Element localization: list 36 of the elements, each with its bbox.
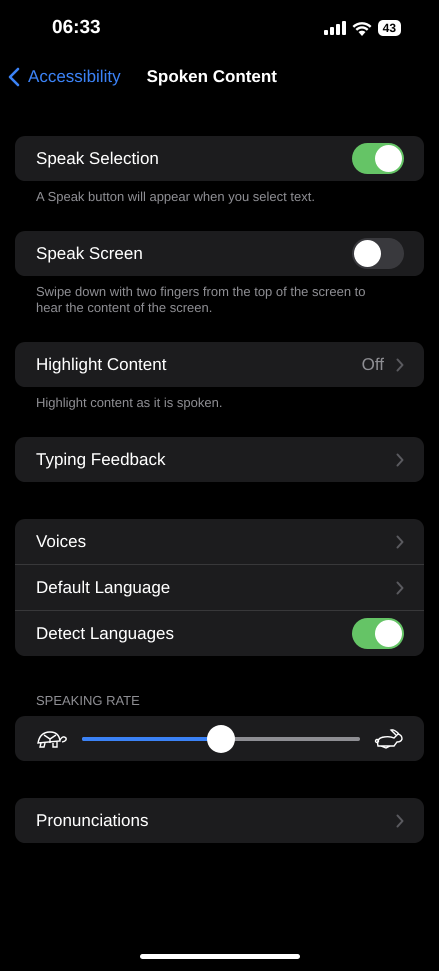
- settings-row[interactable]: Voices: [15, 519, 424, 565]
- status-time: 06:33: [52, 17, 101, 39]
- row-label: Detect Languages: [36, 624, 174, 644]
- row-value: Off: [362, 354, 384, 374]
- settings-row[interactable]: Typing Feedback: [15, 437, 424, 482]
- toggle-switch[interactable]: [352, 618, 404, 649]
- row-label: Speak Screen: [36, 244, 143, 264]
- row-label: Speak Selection: [36, 148, 159, 168]
- page-title: Spoken Content: [146, 67, 277, 87]
- slider-thumb[interactable]: [207, 724, 235, 752]
- footer-note: Swipe down with two fingers from the top of the screen to hear the content of the screen.: [35, 283, 367, 316]
- settings-row[interactable]: Pronunciations: [15, 798, 424, 843]
- chevron-icon: [396, 358, 404, 372]
- settings-row[interactable]: Highlight Content Off: [15, 342, 424, 387]
- chevron-icon: [396, 580, 404, 594]
- row-label: Pronunciations: [36, 810, 148, 830]
- toggle-switch[interactable]: [352, 143, 404, 174]
- chevron-icon: [396, 452, 404, 466]
- row-label: Default Language: [36, 578, 170, 598]
- chevron-icon: [396, 534, 404, 548]
- battery-icon: 43: [378, 20, 401, 36]
- rabbit-icon: [374, 728, 404, 750]
- row-label: Typing Feedback: [36, 450, 166, 470]
- row-label: Highlight Content: [36, 354, 166, 374]
- section-header: SPEAKING RATE: [35, 693, 141, 710]
- turtle-icon: [36, 728, 68, 748]
- signal-icon: [324, 21, 346, 35]
- row-label: Voices: [36, 532, 86, 552]
- wifi-icon: [352, 20, 372, 36]
- back-chevron-icon: [8, 67, 20, 87]
- footer-note: A Speak button will appear when you select text.: [35, 188, 316, 205]
- footer-note: Highlight content as it is spoken.: [35, 394, 224, 411]
- toggle-switch[interactable]: [352, 238, 404, 269]
- back-link[interactable]: Accessibility: [8, 67, 121, 87]
- chevron-icon: [396, 814, 404, 828]
- settings-row[interactable]: Default Language: [15, 565, 424, 611]
